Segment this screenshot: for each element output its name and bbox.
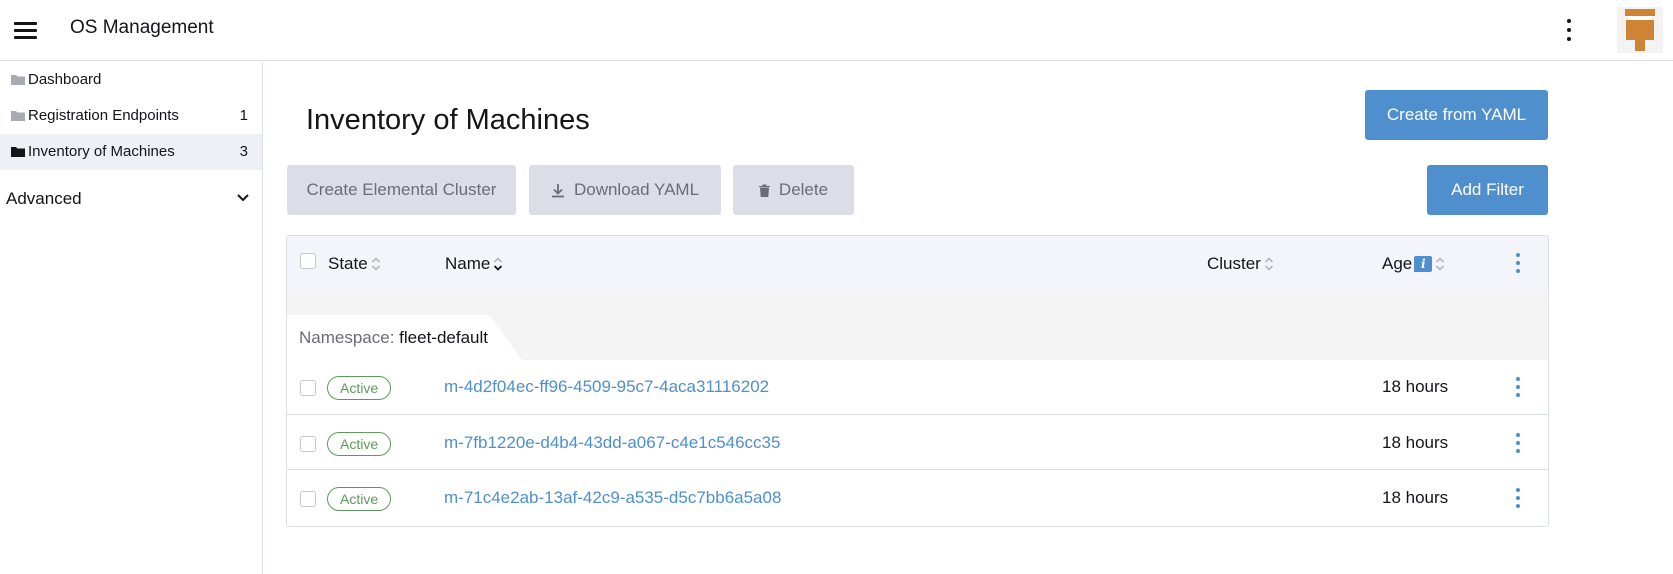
- column-header-label: Cluster: [1207, 254, 1261, 273]
- app-title: OS Management: [70, 17, 214, 38]
- sidebar-item-dashboard[interactable]: Dashboard: [0, 62, 262, 98]
- sidebar-group-label: Advanced: [6, 189, 82, 208]
- age-value: 18 hours: [1382, 377, 1449, 396]
- sort-icon: [371, 257, 380, 271]
- column-header-name[interactable]: Name: [445, 254, 503, 274]
- table-row: Active m-4d2f04ec-ff96-4509-95c7-4aca311…: [287, 360, 1548, 415]
- machine-name-link[interactable]: m-71c4e2ab-13af-42c9-a535-d5c7bb6a5a08: [444, 488, 781, 508]
- sort-icon: [1436, 257, 1445, 271]
- row-actions-kebab-icon[interactable]: [1512, 486, 1524, 512]
- column-header-label: Name: [445, 254, 491, 273]
- sort-icon: [1264, 257, 1273, 271]
- sidebar-item-count: 1: [239, 107, 248, 124]
- age-value: 18 hours: [1382, 488, 1449, 507]
- download-yaml-button[interactable]: Download YAML: [529, 165, 721, 215]
- machine-name-link[interactable]: m-7fb1220e-d4b4-43dd-a067-c4e1c546cc35: [444, 433, 780, 453]
- add-filter-button[interactable]: Add Filter: [1427, 165, 1548, 215]
- namespace-key: Namespace:: [299, 328, 395, 347]
- delete-label: Delete: [778, 180, 829, 199]
- machine-name-link[interactable]: m-4d2f04ec-ff96-4509-95c7-4aca31116202: [444, 377, 769, 397]
- status-badge: Active: [327, 376, 392, 400]
- sort-desc-icon: [494, 257, 503, 271]
- row-actions-kebab-icon[interactable]: [1512, 375, 1524, 401]
- app-header: OS Management: [0, 0, 1673, 61]
- namespace-group-header: Namespace: fleet-default: [287, 290, 1548, 360]
- table-header: State Name Cluster Age i: [287, 236, 1548, 294]
- folder-open-icon: [11, 147, 25, 157]
- namespace-label: Namespace: fleet-default: [299, 328, 488, 348]
- select-all-checkbox[interactable]: [300, 253, 316, 269]
- create-elemental-cluster-label: Create Elemental Cluster: [306, 180, 497, 199]
- row-checkbox[interactable]: [300, 380, 316, 396]
- column-options-kebab-icon[interactable]: [1512, 251, 1524, 277]
- sidebar-item-count: 3: [239, 143, 248, 160]
- create-from-yaml-button[interactable]: Create from YAML: [1365, 90, 1548, 140]
- column-header-label: Age: [1382, 254, 1413, 273]
- age-value: 18 hours: [1382, 433, 1449, 452]
- user-avatar-icon[interactable]: [1617, 7, 1663, 53]
- download-yaml-label: Download YAML: [573, 180, 700, 199]
- create-elemental-cluster-button[interactable]: Create Elemental Cluster: [287, 165, 516, 215]
- sidebar: Dashboard Registration Endpoints 1 Inven…: [0, 62, 263, 574]
- sidebar-item-label: Registration Endpoints: [28, 107, 179, 124]
- delete-button[interactable]: Delete: [733, 165, 854, 215]
- sidebar-group-advanced[interactable]: Advanced: [0, 180, 262, 218]
- row-actions-kebab-icon[interactable]: [1512, 431, 1524, 457]
- status-badge: Active: [327, 487, 392, 511]
- info-icon[interactable]: i: [1414, 256, 1433, 272]
- trash-icon: [758, 184, 770, 197]
- column-header-cluster[interactable]: Cluster: [1207, 254, 1274, 274]
- status-badge: Active: [327, 432, 392, 456]
- kebab-vertical-icon[interactable]: [1561, 16, 1577, 44]
- table-row: Active m-7fb1220e-d4b4-43dd-a067-c4e1c54…: [287, 416, 1548, 470]
- folder-icon: [11, 111, 25, 121]
- folder-icon: [11, 75, 25, 85]
- page-title: Inventory of Machines: [306, 104, 590, 136]
- namespace-value: fleet-default: [399, 328, 489, 347]
- namespace-tab: Namespace: fleet-default: [287, 315, 525, 360]
- sidebar-item-label: Dashboard: [28, 71, 102, 88]
- download-icon: [551, 183, 564, 197]
- sidebar-item-label: Inventory of Machines: [28, 143, 175, 160]
- chevron-down-icon: [237, 194, 249, 202]
- column-header-age[interactable]: Age i: [1382, 254, 1445, 274]
- table-row: Active m-71c4e2ab-13af-42c9-a535-d5c7bb6…: [287, 471, 1548, 526]
- sidebar-item-inventory-of-machines[interactable]: Inventory of Machines 3: [0, 134, 262, 170]
- hamburger-menu-icon[interactable]: [14, 20, 38, 40]
- machines-table: State Name Cluster Age i Namespace: flee…: [286, 235, 1549, 527]
- row-checkbox[interactable]: [300, 491, 316, 507]
- column-header-state[interactable]: State: [328, 254, 381, 274]
- column-header-label: State: [328, 254, 368, 273]
- sidebar-item-registration-endpoints[interactable]: Registration Endpoints 1: [0, 98, 262, 134]
- row-checkbox[interactable]: [300, 436, 316, 452]
